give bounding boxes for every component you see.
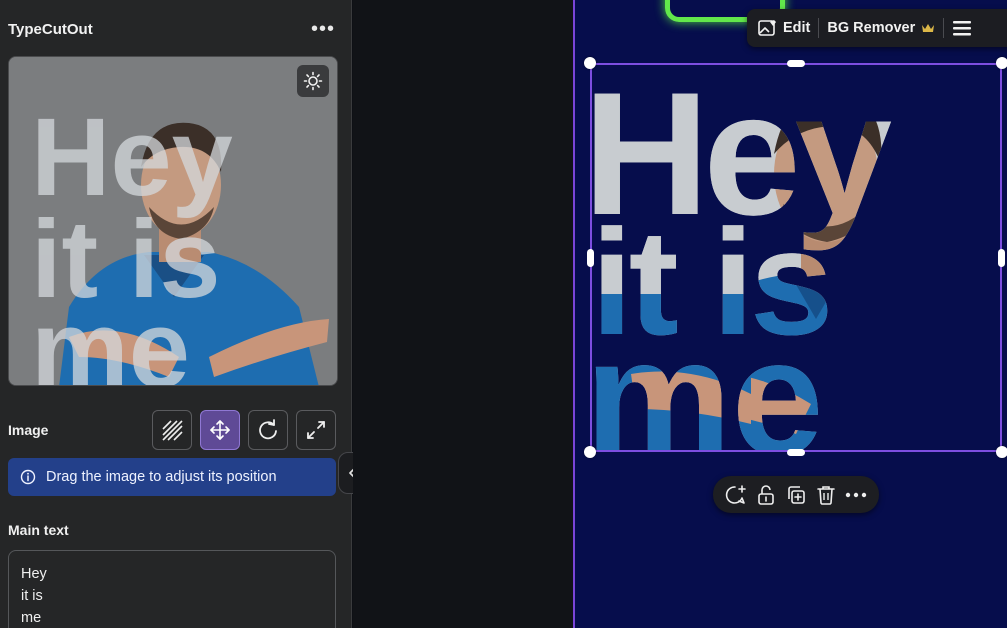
preview-image[interactable]: Hey it is me xyxy=(8,56,338,386)
info-banner: Drag the image to adjust its position xyxy=(8,458,336,496)
trash-icon xyxy=(817,485,835,505)
toolbar-menu-button[interactable] xyxy=(952,19,972,37)
move-icon xyxy=(210,420,230,440)
pattern-button[interactable] xyxy=(152,410,192,450)
resize-handle-bottom-right[interactable] xyxy=(996,446,1007,458)
selection-frame xyxy=(590,63,1002,452)
main-text-input[interactable]: Hey it is me xyxy=(8,550,336,628)
element-quick-actions xyxy=(713,476,879,513)
panel-title: TypeCutOut xyxy=(8,20,93,38)
duplicate-button[interactable] xyxy=(784,483,808,507)
toolbar-divider xyxy=(943,18,945,38)
resize-handle-top-right[interactable] xyxy=(996,57,1007,69)
info-icon xyxy=(20,469,36,485)
add-comment-button[interactable] xyxy=(724,483,748,507)
main-text-line: Hey xyxy=(21,566,47,582)
image-tools-row: Image xyxy=(8,410,336,450)
unlock-icon xyxy=(758,484,774,505)
image-tool-group xyxy=(152,410,336,450)
more-options-button[interactable]: ••• xyxy=(311,19,335,39)
svg-text:me: me xyxy=(31,288,190,386)
typecutout-panel: TypeCutOut ••• Hey it is me Image Drag t… xyxy=(0,0,352,628)
main-text-line: me xyxy=(21,610,42,626)
editor-root: TypeCutOut ••• Hey it is me Image Drag t… xyxy=(0,0,1007,628)
more-actions-button[interactable] xyxy=(844,483,868,507)
resize-handle-bottom[interactable] xyxy=(787,449,805,456)
expand-icon xyxy=(307,421,325,439)
bg-remover-button[interactable]: BG Remover xyxy=(827,20,935,36)
pattern-icon xyxy=(162,420,183,441)
edit-label: Edit xyxy=(783,20,811,36)
image-section-label: Image xyxy=(8,422,49,438)
main-text-label: Main text xyxy=(8,522,69,538)
comment-add-icon xyxy=(725,484,746,504)
image-edit-icon xyxy=(758,20,776,36)
panel-header: TypeCutOut ••• xyxy=(8,18,335,40)
brightness-button[interactable] xyxy=(297,65,329,97)
more-horizontal-icon xyxy=(845,492,867,497)
delete-button[interactable] xyxy=(814,483,838,507)
resize-handle-top-left[interactable] xyxy=(584,57,596,69)
resize-handle-right[interactable] xyxy=(998,249,1005,267)
main-text-line: it is xyxy=(21,588,43,604)
resize-handle-bottom-left[interactable] xyxy=(584,446,596,458)
expand-button[interactable] xyxy=(296,410,336,450)
bg-remover-label: BG Remover xyxy=(827,20,916,36)
preview-illustration: Hey it is me xyxy=(9,57,337,386)
lock-button[interactable] xyxy=(754,483,778,507)
info-text: Drag the image to adjust its position xyxy=(46,469,277,485)
duplicate-icon xyxy=(788,485,805,504)
rotate-icon xyxy=(259,419,277,440)
move-button[interactable] xyxy=(200,410,240,450)
sun-icon xyxy=(303,71,323,91)
context-toolbar: Edit BG Remover xyxy=(747,9,1007,47)
resize-handle-left[interactable] xyxy=(587,249,594,267)
toolbar-divider xyxy=(818,18,820,38)
edit-image-button[interactable]: Edit xyxy=(757,18,810,38)
resize-handle-top[interactable] xyxy=(787,60,805,67)
hamburger-menu-icon xyxy=(953,21,972,36)
crown-icon xyxy=(922,24,935,32)
rotate-button[interactable] xyxy=(248,410,288,450)
